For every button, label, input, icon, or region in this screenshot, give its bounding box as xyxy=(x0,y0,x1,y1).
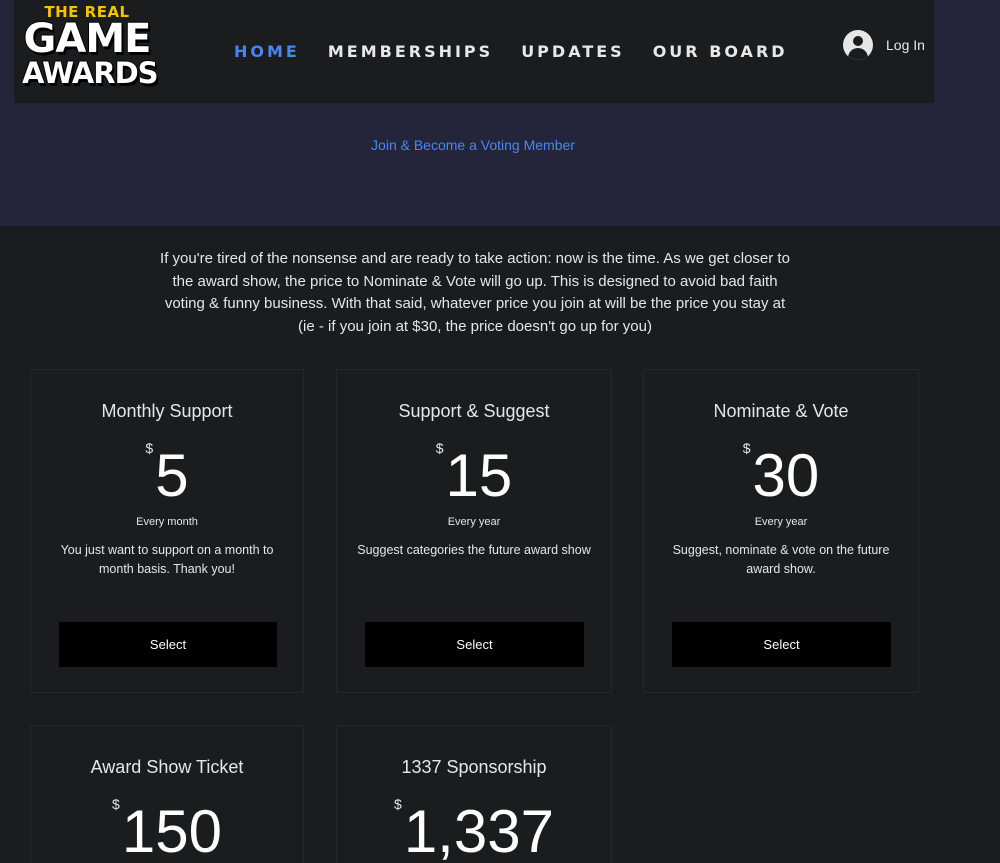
login-button[interactable]: Log In xyxy=(843,30,925,60)
page: THE REAL GAME AWARDS HOME MEMBERSHIPS UP… xyxy=(0,0,1000,863)
select-button[interactable]: Select xyxy=(672,622,891,667)
plan-price: $1,337 xyxy=(337,796,611,863)
login-label: Log In xyxy=(886,37,925,53)
plan-card-award-show-ticket: Award Show Ticket $150 xyxy=(30,725,304,863)
nav-item-updates[interactable]: UPDATES xyxy=(521,42,625,62)
select-button[interactable]: Select xyxy=(365,622,584,667)
currency-symbol: $ xyxy=(435,440,444,456)
plan-price: $30 xyxy=(644,440,918,512)
plan-title: Award Show Ticket xyxy=(90,757,244,777)
plan-description: Suggest categories the future award show xyxy=(357,543,591,557)
intro-text: If you're tired of the nonsense and are … xyxy=(160,250,790,335)
plan-period: Every year xyxy=(447,516,501,528)
nav-item-memberships[interactable]: MEMBERSHIPS xyxy=(328,42,493,62)
plan-description: You just want to support on a month to m… xyxy=(60,543,274,576)
nav-item-home[interactable]: HOME xyxy=(234,42,300,62)
user-avatar-icon xyxy=(843,30,873,60)
plan-title: Monthly Support xyxy=(101,401,233,421)
currency-symbol: $ xyxy=(742,440,751,456)
currency-symbol: $ xyxy=(394,796,402,812)
select-button[interactable]: Select xyxy=(59,622,277,667)
logo-line-3: AWARDS xyxy=(22,56,159,90)
currency-symbol: $ xyxy=(145,440,154,456)
site-header: THE REAL GAME AWARDS HOME MEMBERSHIPS UP… xyxy=(14,0,934,103)
plan-price: $15 xyxy=(337,440,611,512)
join-voting-member-link[interactable]: Join & Become a Voting Member xyxy=(0,137,946,153)
currency-symbol: $ xyxy=(112,796,120,812)
price-amount: 150 xyxy=(121,798,222,863)
price-amount: 30 xyxy=(752,442,820,509)
plan-title: Support & Suggest xyxy=(398,401,550,421)
price-amount: 15 xyxy=(445,442,513,509)
main-nav: HOME MEMBERSHIPS UPDATES OUR BOARD xyxy=(234,42,816,62)
plan-card-support-suggest: Support & Suggest $15 Every year Suggest… xyxy=(336,369,612,693)
nav-item-our-board[interactable]: OUR BOARD xyxy=(653,42,788,62)
plan-card-monthly-support: Monthly Support $5 Every month You just … xyxy=(30,369,304,693)
site-logo[interactable]: THE REAL GAME AWARDS xyxy=(22,4,159,100)
plan-card-1337-sponsorship: 1337 Sponsorship $1,337 xyxy=(336,725,612,863)
price-amount: 1,337 xyxy=(403,798,554,863)
plan-price: $150 xyxy=(31,796,303,863)
plan-period: Every month xyxy=(136,516,198,528)
plan-title: 1337 Sponsorship xyxy=(401,757,547,777)
plan-price: $5 xyxy=(31,440,303,512)
plan-description: Suggest, nominate & vote on the future a… xyxy=(672,543,890,576)
price-amount: 5 xyxy=(155,442,189,509)
plan-title: Nominate & Vote xyxy=(713,401,849,421)
plan-period: Every year xyxy=(754,516,808,528)
logo-line-2: GAME xyxy=(23,16,152,62)
plan-card-nominate-vote: Nominate & Vote $30 Every year Suggest, … xyxy=(643,369,919,693)
